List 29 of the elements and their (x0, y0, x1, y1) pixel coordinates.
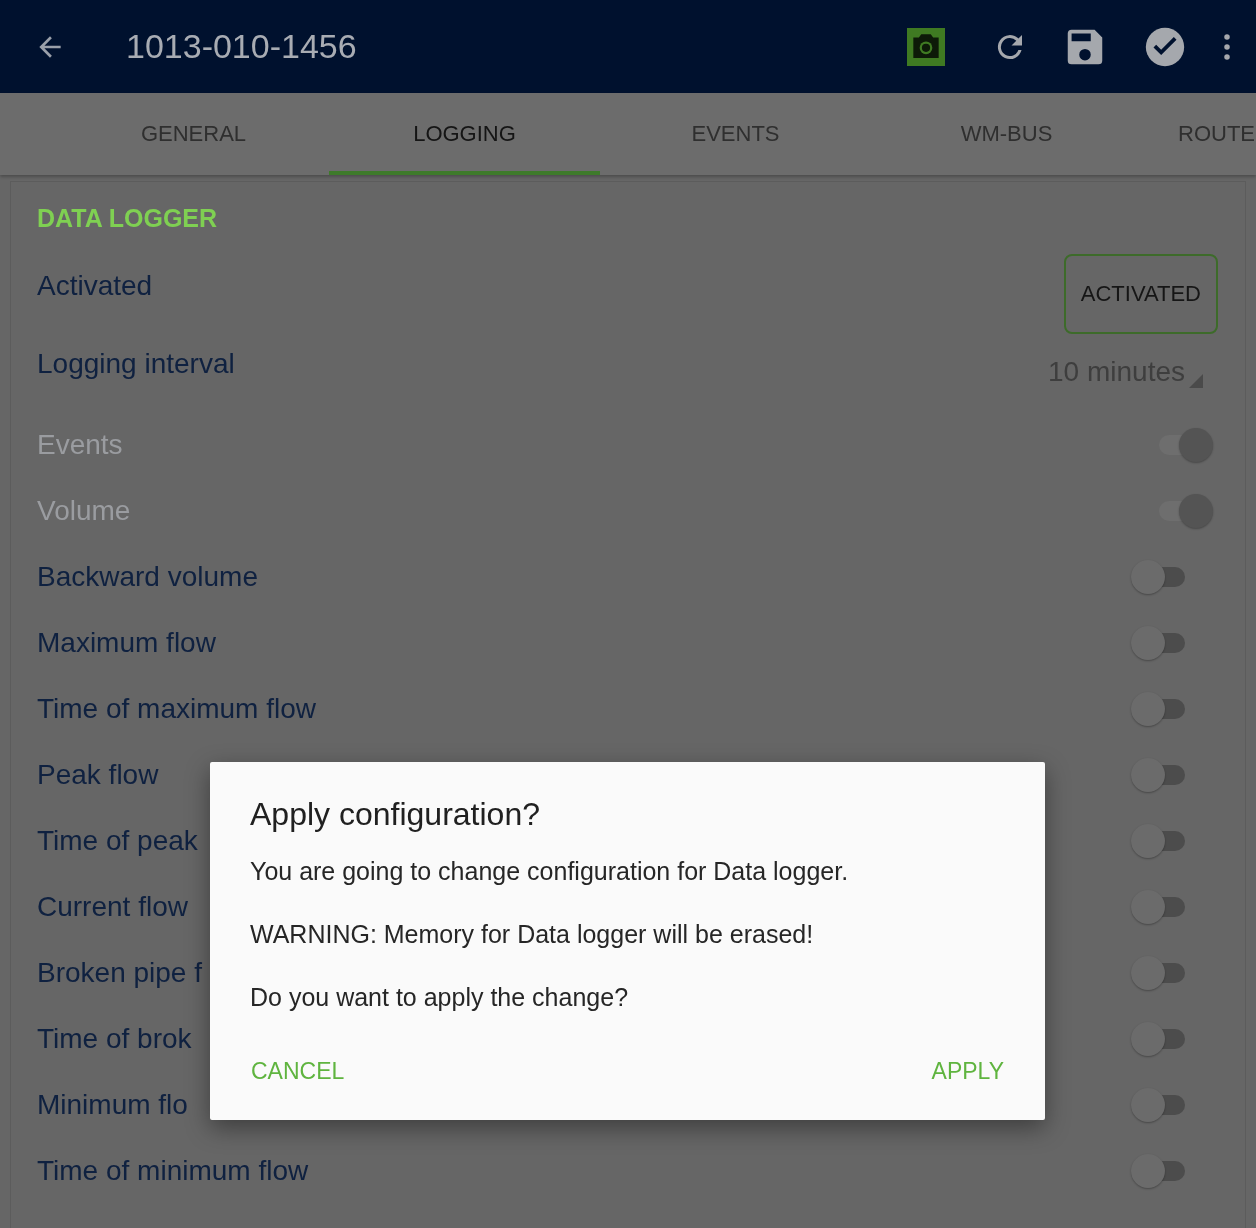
setting-label: Minimum flo (37, 1089, 188, 1121)
setting-label: Volume (37, 495, 131, 527)
tab[interactable]: EVENTS (600, 93, 871, 175)
setting-label: Backward volume (37, 561, 258, 593)
activated-button[interactable]: ACTIVATED (1063, 254, 1218, 334)
window-title: 1013-010-1456 (126, 27, 357, 66)
tab[interactable]: GENERAL (58, 93, 329, 175)
apply-button[interactable]: APPLY (930, 1052, 1005, 1091)
dropdown-corner-icon (1189, 374, 1203, 388)
setting-label: Events (37, 429, 123, 461)
dialog-title: Apply configuration? (250, 796, 541, 833)
setting-label: Time of minimum flow (37, 1155, 309, 1187)
section-title: DATA LOGGER (37, 204, 219, 234)
setting-label: Maximum flow (37, 627, 216, 659)
setting-label: Peak flow (37, 759, 159, 791)
setting-label: Time of maximum flow (37, 693, 316, 725)
tab[interactable]: WM-BUS (871, 93, 1142, 175)
dialog-message: Do you want to apply the change? (250, 983, 630, 1012)
tab[interactable]: LOGGING (329, 93, 600, 175)
cancel-button[interactable]: CANCEL (250, 1052, 346, 1091)
dialog-message: You are going to change configuration for Data logger. (250, 857, 850, 886)
setting-label: Time of peak (37, 825, 198, 857)
setting-label: Time of brok (37, 1023, 192, 1055)
setting-label: Activated (37, 270, 153, 302)
setting-label: Broken pipe f (37, 957, 202, 989)
setting-label: Current flow (37, 891, 188, 923)
setting-label: Logging interval (37, 348, 235, 380)
dialog-message: WARNING: Memory for Data logger will be erased! (250, 920, 815, 949)
tab[interactable]: ROUTE (1142, 93, 1255, 175)
